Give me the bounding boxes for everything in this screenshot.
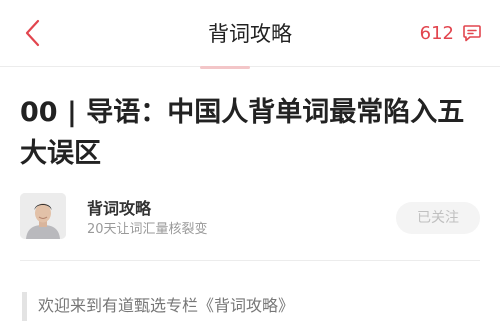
avatar-image xyxy=(20,193,66,239)
author-subtitle: 20天让词汇量核裂变 xyxy=(87,222,208,237)
author-row: 背词攻略 20天让词汇量核裂变 已关注 xyxy=(20,193,480,243)
author-name[interactable]: 背词攻略 xyxy=(87,195,151,219)
comment-count: 612 xyxy=(419,22,454,44)
follow-button[interactable]: 已关注 xyxy=(396,202,480,234)
top-navigation-bar: 背词攻略 612 xyxy=(0,0,500,67)
intro-quote: 欢迎来到有道甄选专栏《背词攻略》 xyxy=(22,292,480,321)
comments-button[interactable]: 612 xyxy=(420,20,482,46)
tab-indicator xyxy=(200,66,250,69)
avatar[interactable] xyxy=(20,193,66,239)
divider xyxy=(20,260,480,261)
article-title: 00 | 导语：中国人背单词最常陷入五大误区 xyxy=(20,97,465,169)
comment-icon xyxy=(463,25,481,42)
